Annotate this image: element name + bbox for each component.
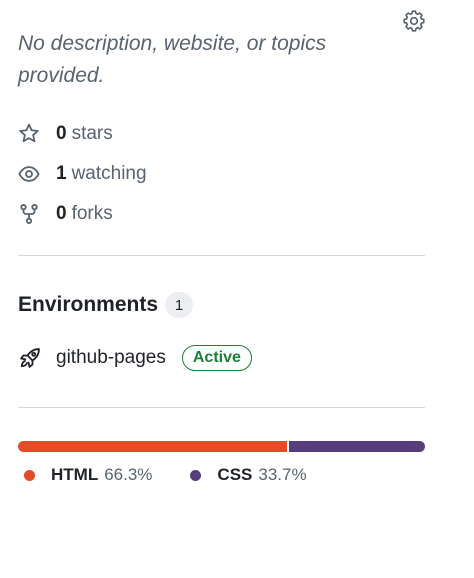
language-dot <box>190 469 202 481</box>
repo-stats: 0 stars 1 watching 0 forks <box>18 114 147 234</box>
fork-icon <box>18 203 40 225</box>
language-dot <box>24 469 35 481</box>
stars-count: 0 <box>56 123 67 144</box>
environment-status-badge: Active <box>181 345 252 371</box>
language-legend: HTML 66.3% CSS 33.7% <box>18 465 339 485</box>
watching-label: watching <box>71 163 147 184</box>
watching-count: 1 <box>56 163 67 184</box>
language-item-html[interactable]: HTML 66.3% <box>18 465 152 485</box>
forks-count: 0 <box>56 203 67 224</box>
forks-link[interactable]: 0 forks <box>18 194 147 234</box>
environments-count-badge: 1 <box>165 292 194 318</box>
language-bar <box>18 441 425 452</box>
stars-label: stars <box>71 123 113 144</box>
watching-link[interactable]: 1 watching <box>18 154 147 194</box>
eye-icon <box>18 163 40 185</box>
language-name: CSS <box>217 465 253 484</box>
star-icon <box>18 123 40 145</box>
language-bar-segment-html <box>18 441 287 452</box>
forks-label: forks <box>71 203 113 224</box>
rocket-icon <box>18 346 42 370</box>
section-divider <box>18 255 425 256</box>
language-percent: 66.3% <box>104 465 153 484</box>
environment-item: github-pages Active <box>18 345 252 371</box>
stars-link[interactable]: 0 stars <box>18 114 147 154</box>
language-item-css[interactable]: CSS 33.7% <box>184 465 307 485</box>
environments-heading[interactable]: Environments 1 <box>18 292 194 318</box>
environments-title: Environments <box>18 293 159 316</box>
section-divider <box>18 407 425 408</box>
repo-description: No description, website, or topics provi… <box>18 32 327 87</box>
language-bar-segment-css <box>288 441 425 452</box>
environment-name-link[interactable]: github-pages <box>56 347 166 369</box>
language-percent: 33.7% <box>258 465 307 484</box>
language-name: HTML <box>51 465 99 484</box>
